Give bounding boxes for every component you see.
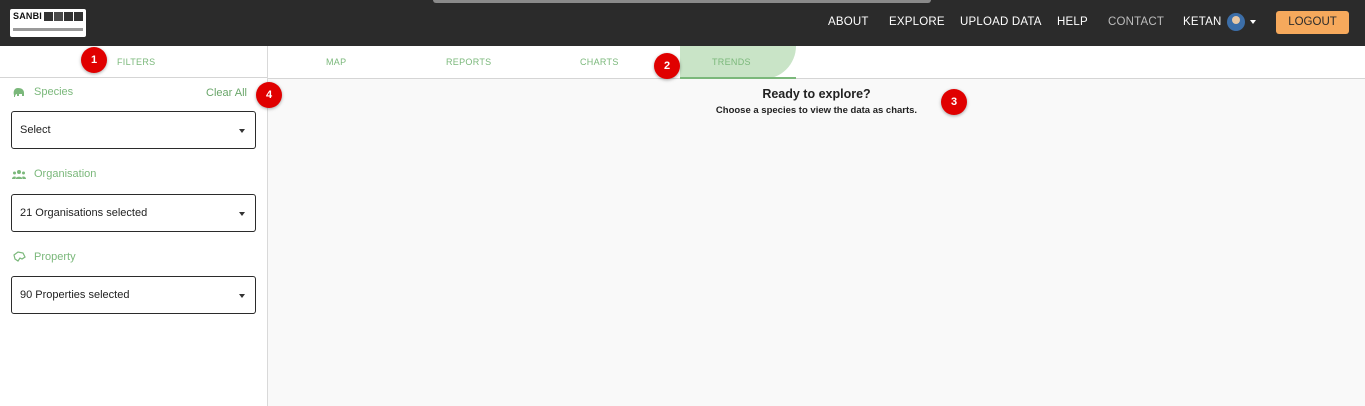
logo-emblems: [44, 12, 83, 21]
species-label-text: Species: [34, 86, 74, 98]
view-tabs: MAP REPORTS CHARTS TRENDS: [268, 46, 1365, 79]
active-tab-indicator: [680, 77, 796, 79]
organisation-label-text: Organisation: [34, 168, 97, 180]
window-scroll-indicator: [433, 0, 931, 3]
property-label: Property: [12, 251, 76, 263]
elephant-icon: [13, 88, 24, 97]
nav-explore[interactable]: EXPLORE: [889, 16, 945, 28]
step-badge-1: 1: [81, 47, 107, 73]
filters-sidebar: FILTERS Species Clear All Select Organis…: [0, 46, 268, 406]
tab-filters[interactable]: FILTERS: [0, 46, 267, 78]
caret-down-icon: [239, 212, 245, 216]
tab-charts[interactable]: CHARTS: [580, 57, 619, 67]
step-badge-4: 4: [256, 82, 282, 108]
organisation-select[interactable]: 21 Organisations selected: [11, 194, 256, 232]
species-select[interactable]: Select: [11, 111, 256, 149]
property-select[interactable]: 90 Properties selected: [11, 276, 256, 314]
step-badge-3: 3: [941, 89, 967, 115]
avatar[interactable]: [1227, 13, 1245, 31]
species-select-value: Select: [20, 124, 51, 136]
organisation-label: Organisation: [12, 168, 96, 180]
property-label-text: Property: [34, 251, 76, 263]
tab-filters-label: FILTERS: [117, 57, 156, 67]
tab-reports[interactable]: REPORTS: [446, 57, 491, 67]
map-pin-icon: [13, 251, 26, 262]
sanbi-logo[interactable]: SANBI: [10, 9, 86, 37]
clear-all-button[interactable]: Clear All: [206, 87, 247, 99]
organisation-select-value: 21 Organisations selected: [20, 207, 148, 219]
nav-contact[interactable]: CONTACT: [1108, 16, 1164, 28]
empty-state-subtitle: Choose a species to view the data as cha…: [715, 105, 918, 116]
people-group-icon: [12, 170, 26, 179]
caret-down-icon: [239, 129, 245, 133]
nav-help[interactable]: HELP: [1057, 16, 1088, 28]
caret-down-icon: [239, 294, 245, 298]
chevron-down-icon[interactable]: [1250, 20, 1256, 24]
main-content: MAP REPORTS CHARTS TRENDS Ready to explo…: [268, 46, 1365, 406]
tab-map[interactable]: MAP: [326, 57, 346, 67]
empty-state-title: Ready to explore?: [762, 87, 871, 101]
property-select-value: 90 Properties selected: [20, 289, 130, 301]
nav-about[interactable]: ABOUT: [828, 16, 869, 28]
nav-upload-data[interactable]: UPLOAD DATA: [960, 16, 1042, 28]
logout-button[interactable]: LOGOUT: [1276, 11, 1349, 34]
logo-tagline: [13, 28, 83, 31]
tab-trends[interactable]: TRENDS: [712, 57, 751, 67]
species-label: Species: [12, 86, 73, 98]
top-navigation-bar: SANBI ABOUT EXPLORE UPLOAD DATA HELP CON…: [0, 0, 1365, 46]
step-badge-2: 2: [654, 53, 680, 79]
user-name[interactable]: KETAN: [1183, 16, 1222, 28]
